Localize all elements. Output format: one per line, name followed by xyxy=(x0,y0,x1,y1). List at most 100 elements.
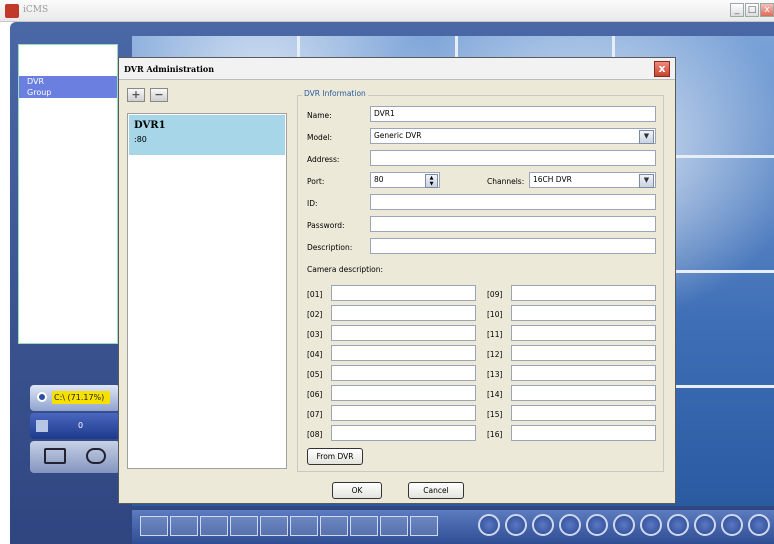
name-field[interactable]: DVR1 xyxy=(370,106,656,122)
layout-4x4-button[interactable] xyxy=(260,516,288,536)
remove-dvr-button[interactable]: − xyxy=(150,88,168,102)
spinner-arrows-icon[interactable]: ▲ ▼ xyxy=(425,174,438,188)
snapshot-film-icon[interactable] xyxy=(44,448,66,464)
layout-8-button[interactable] xyxy=(350,516,378,536)
camera-label-14: [14] xyxy=(487,390,503,399)
camera-field-14[interactable] xyxy=(511,385,656,401)
camera-field-10[interactable] xyxy=(511,305,656,321)
dialog-close-button[interactable]: x xyxy=(654,61,670,77)
id-field[interactable] xyxy=(370,194,656,210)
camera-label-01: [01] xyxy=(307,290,323,299)
camera-field-12[interactable] xyxy=(511,345,656,361)
camera-field-03[interactable] xyxy=(331,325,476,341)
camera-field-04[interactable] xyxy=(331,345,476,361)
port-label: Port: xyxy=(307,177,325,186)
dvr-list: DVR1 :80 xyxy=(127,113,287,469)
dvr-item-name: DVR1 xyxy=(134,120,166,131)
dvr-list-item[interactable]: DVR1 :80 xyxy=(129,115,285,155)
camera-description-label: Camera description: xyxy=(307,265,384,274)
control-button-7[interactable] xyxy=(640,514,662,536)
control-button-8[interactable] xyxy=(667,514,689,536)
password-field[interactable] xyxy=(370,216,656,232)
camera-label-04: [04] xyxy=(307,350,323,359)
channels-label: Channels: xyxy=(487,177,525,186)
camera-grid-divider xyxy=(676,385,774,388)
app-logo-icon xyxy=(5,4,19,18)
dialog-title: DVR Administration xyxy=(124,64,215,74)
speaker-icon xyxy=(36,420,48,432)
control-button-3[interactable] xyxy=(532,514,554,536)
layout-3x3-button[interactable] xyxy=(200,516,228,536)
camera-label-12: [12] xyxy=(487,350,503,359)
control-button-11[interactable] xyxy=(748,514,770,536)
control-button-5[interactable] xyxy=(586,514,608,536)
id-label: ID: xyxy=(307,199,318,208)
control-button-2[interactable] xyxy=(505,514,527,536)
ok-button[interactable]: OK xyxy=(332,482,382,499)
camera-label-11: [11] xyxy=(487,330,503,339)
port-value: 80 xyxy=(374,175,384,184)
disk-usage-label: C:\ (71.17%) xyxy=(52,391,110,404)
camera-label-08: [08] xyxy=(307,430,323,439)
camera-field-05[interactable] xyxy=(331,365,476,381)
channels-select[interactable]: 16CH DVR ▼ xyxy=(529,172,656,188)
tree-item-group[interactable]: Group xyxy=(19,87,117,98)
chevron-down-icon[interactable]: ▼ xyxy=(639,174,654,188)
channels-value: 16CH DVR xyxy=(533,175,572,184)
minimize-button[interactable]: _ xyxy=(730,3,744,17)
layout-2x2-button[interactable] xyxy=(170,516,198,536)
password-label: Password: xyxy=(307,221,345,230)
record-icon xyxy=(37,392,47,402)
control-button-6[interactable] xyxy=(613,514,635,536)
layout-10-button[interactable] xyxy=(380,516,408,536)
camera-field-06[interactable] xyxy=(331,385,476,401)
from-dvr-button[interactable]: From DVR xyxy=(307,448,363,465)
camera-label-15: [15] xyxy=(487,410,503,419)
camera-field-01[interactable] xyxy=(331,285,476,301)
camera-field-02[interactable] xyxy=(331,305,476,321)
layout-13-button[interactable] xyxy=(410,516,438,536)
dvr-item-port: :80 xyxy=(134,135,147,144)
camera-field-07[interactable] xyxy=(331,405,476,421)
tree-item-dvr[interactable]: DVR xyxy=(19,76,117,87)
name-label: Name: xyxy=(307,111,332,120)
app-title: iCMS xyxy=(23,5,49,15)
control-button-10[interactable] xyxy=(721,514,743,536)
camera-label-13: [13] xyxy=(487,370,503,379)
camera-label-09: [09] xyxy=(487,290,503,299)
camera-label-03: [03] xyxy=(307,330,323,339)
control-button-1[interactable] xyxy=(478,514,500,536)
camera-label-06: [06] xyxy=(307,390,323,399)
dvr-administration-dialog: DVR Administration x + − DVR1 :80 DVR In… xyxy=(118,57,676,504)
cancel-button[interactable]: Cancel xyxy=(408,482,464,499)
control-button-9[interactable] xyxy=(694,514,716,536)
camera-label-02: [02] xyxy=(307,310,323,319)
camera-grid-divider xyxy=(676,270,774,273)
model-value: Generic DVR xyxy=(374,131,422,140)
connection-count: 0 xyxy=(78,421,84,430)
camera-field-08[interactable] xyxy=(331,425,476,441)
camera-field-13[interactable] xyxy=(511,365,656,381)
chevron-down-icon[interactable]: ▼ xyxy=(639,130,654,144)
app-titlebar xyxy=(0,0,774,22)
camera-icon[interactable] xyxy=(86,448,106,464)
camera-field-09[interactable] xyxy=(511,285,656,301)
camera-field-16[interactable] xyxy=(511,425,656,441)
camera-field-11[interactable] xyxy=(511,325,656,341)
layout-4x3-button[interactable] xyxy=(230,516,258,536)
description-field[interactable] xyxy=(370,238,656,254)
address-label: Address: xyxy=(307,155,340,164)
layout-1x1-button[interactable] xyxy=(140,516,168,536)
address-field[interactable] xyxy=(370,150,656,166)
camera-field-15[interactable] xyxy=(511,405,656,421)
port-stepper[interactable]: 80 ▲ ▼ xyxy=(370,172,440,188)
model-select[interactable]: Generic DVR ▼ xyxy=(370,128,656,144)
maximize-button[interactable]: □ xyxy=(745,3,759,17)
close-button[interactable]: x xyxy=(760,3,774,17)
camera-grid-divider xyxy=(676,155,774,158)
add-dvr-button[interactable]: + xyxy=(127,88,145,102)
group-title: DVR Information xyxy=(302,89,368,98)
control-button-4[interactable] xyxy=(559,514,581,536)
layout-6-button[interactable] xyxy=(320,516,348,536)
layout-5x5-button[interactable] xyxy=(290,516,318,536)
